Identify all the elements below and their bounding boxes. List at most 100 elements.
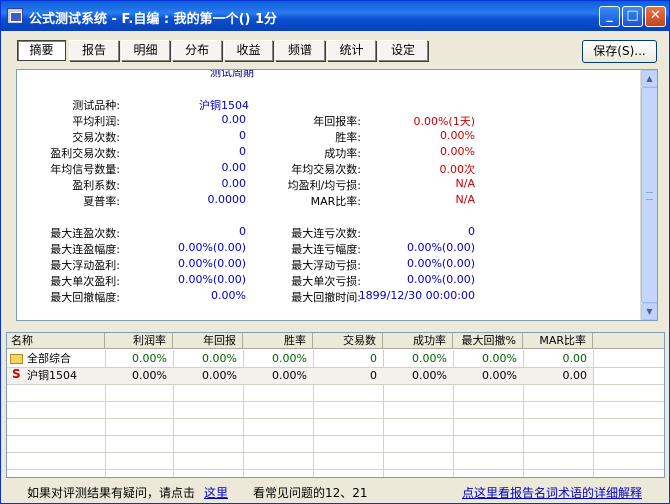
footer-help-text: 如果对评测结果有疑问，请点击	[27, 486, 196, 500]
summary-scrollbar[interactable]: ▲ ▼	[640, 70, 657, 320]
scroll-thumb[interactable]	[641, 87, 657, 303]
cell-trades: 0	[370, 369, 377, 382]
tab-statistics[interactable]: 统计	[327, 40, 376, 61]
summary-label: 最大回撤时间:	[291, 291, 361, 304]
cell-win-rate: 0.00%	[272, 369, 307, 382]
app-icon	[7, 8, 23, 24]
row-divider	[7, 384, 664, 385]
summary-label: 平均利润:	[72, 115, 120, 128]
summary-label: 年回报率:	[313, 115, 361, 128]
summary-value: 0.00%(0.00)	[406, 241, 475, 254]
minimize-button[interactable]: _	[599, 6, 620, 27]
summary-label: 盈利交易次数:	[50, 147, 120, 160]
summary-label: 最大单次盈利:	[50, 275, 120, 288]
table-header: 名称 利润率 年回报 胜率 交易数 成功率 最大回撤% MAR比率	[7, 333, 664, 349]
minimize-icon: _	[606, 8, 613, 23]
tab-distribution[interactable]: 分布	[172, 40, 222, 61]
column-header-win-rate[interactable]: 胜率	[243, 333, 313, 349]
cell-max-drawdown: 0.00%	[482, 352, 517, 365]
summary-value: 0.00%	[440, 129, 475, 142]
summary-label: 胜率:	[335, 131, 361, 144]
tab-settings[interactable]: 设定	[378, 40, 428, 61]
summary-label: 年均信号数量:	[50, 163, 120, 176]
summary-label: 最大浮动亏损:	[291, 259, 361, 272]
cell-annual-return: 0.00%	[202, 369, 237, 382]
row-divider	[7, 418, 664, 419]
summary-label: 最大单次亏损:	[291, 275, 361, 288]
summary-value: 0.0000	[207, 193, 247, 206]
maximize-icon: □	[626, 8, 639, 23]
summary-value: 0.00%(1天)	[413, 115, 475, 128]
column-header-profit-rate[interactable]: 利润率	[105, 333, 173, 349]
summary-value: N/A	[455, 177, 475, 190]
summary-value: 0.00%(0.00)	[177, 257, 246, 270]
window-title: 公式测试系统 - F.自编 : 我的第一个() 1分	[29, 12, 278, 27]
app-window: 公式测试系统 - F.自编 : 我的第一个() 1分 _ □ ✕ 摘要 报告 明…	[0, 0, 670, 504]
cell-annual-return: 0.00%	[202, 352, 237, 365]
summary-value: 0.00%(0.00)	[177, 241, 246, 254]
cell-max-drawdown: 0.00%	[482, 369, 517, 382]
column-header-success-rate[interactable]: 成功率	[383, 333, 453, 349]
cell-profit-rate: 0.00%	[132, 352, 167, 365]
scroll-down-button[interactable]: ▼	[641, 303, 657, 320]
row-divider	[7, 401, 664, 402]
tab-summary[interactable]: 摘要	[17, 40, 66, 61]
tab-bar: 摘要 报告 明细 分布 收益 频谱 统计 设定	[1, 31, 669, 69]
chevron-down-icon: ▼	[646, 307, 653, 316]
summary-value: 0.00%(0.00)	[177, 273, 246, 286]
summary-label: 最大回撤幅度:	[50, 291, 120, 304]
summary-value: 0.00%	[211, 289, 246, 302]
tab-returns[interactable]: 收益	[224, 40, 273, 61]
scroll-up-button[interactable]: ▲	[641, 70, 657, 87]
summary-label: 最大浮动盈利:	[50, 259, 120, 272]
cell-mar-ratio: 0.00	[562, 352, 588, 365]
chevron-up-icon: ▲	[646, 74, 653, 83]
cell-success-rate: 0.00%	[412, 369, 447, 382]
summary-value: 0.00	[221, 113, 247, 126]
summary-value: 0	[239, 145, 246, 158]
summary-label: 年均交易次数:	[291, 163, 361, 176]
row-name: 全部综合	[27, 352, 71, 365]
row-divider	[7, 469, 664, 470]
cell-win-rate: 0.00%	[272, 352, 307, 365]
summary-value: 0.00%(0.00)	[406, 257, 475, 270]
results-table: 名称 利润率 年回报 胜率 交易数 成功率 最大回撤% MAR比率 全部综合 0…	[6, 332, 665, 478]
close-icon: ✕	[650, 8, 661, 23]
summary-value: 0	[468, 225, 475, 238]
title-bar[interactable]: 公式测试系统 - F.自编 : 我的第一个() 1分 _ □ ✕	[1, 1, 669, 31]
summary-label: 测试品种:	[72, 99, 120, 112]
tab-spectrum[interactable]: 频谱	[275, 40, 325, 61]
column-header-annual-return[interactable]: 年回报	[173, 333, 243, 349]
summary-panel: 测试周期 测试品种: 沪铜1504 平均利润: 0.00 交易次数: 0 盈利交…	[16, 69, 658, 321]
column-header-max-drawdown[interactable]: 最大回撤%	[453, 333, 523, 349]
close-button[interactable]: ✕	[645, 6, 666, 27]
cell-success-rate: 0.00%	[412, 352, 447, 365]
summary-label: 盈利系数:	[72, 179, 120, 192]
maximize-button[interactable]: □	[622, 6, 643, 27]
column-header-mar-ratio[interactable]: MAR比率	[523, 333, 593, 349]
column-divider	[593, 350, 594, 477]
summary-label: 均盈利/均亏损:	[287, 179, 361, 192]
summary-label: 交易次数:	[72, 131, 120, 144]
summary-label: 夏普率:	[83, 195, 120, 208]
row-divider	[7, 435, 664, 436]
summary-value: N/A	[455, 193, 475, 206]
column-header-name[interactable]: 名称	[7, 333, 105, 349]
summary-value: 0.00	[221, 161, 247, 174]
row-name: 沪铜1504	[27, 369, 77, 382]
summary-value: 1899/12/30 00:00:00	[358, 289, 475, 302]
summary-value: 0.00次	[439, 163, 476, 176]
tab-report[interactable]: 报告	[69, 40, 119, 61]
column-header-trades[interactable]: 交易数	[313, 333, 383, 349]
footer-glossary-link[interactable]: 点这里看报告名词术语的详细解释	[462, 484, 642, 501]
summary-value: 0	[239, 225, 246, 238]
footer-here-link[interactable]: 这里	[204, 484, 228, 501]
summary-label: 最大连亏次数:	[291, 227, 361, 240]
summary-value: 0.00%	[440, 145, 475, 158]
footer-faq-text: 看常见问题的12、21	[253, 486, 368, 500]
summary-label: 最大连亏幅度:	[291, 243, 361, 256]
tab-details[interactable]: 明细	[121, 40, 170, 61]
cell-profit-rate: 0.00%	[132, 369, 167, 382]
save-button[interactable]: 保存(S)...	[582, 40, 657, 63]
test-period-label: 测试周期	[210, 69, 254, 79]
